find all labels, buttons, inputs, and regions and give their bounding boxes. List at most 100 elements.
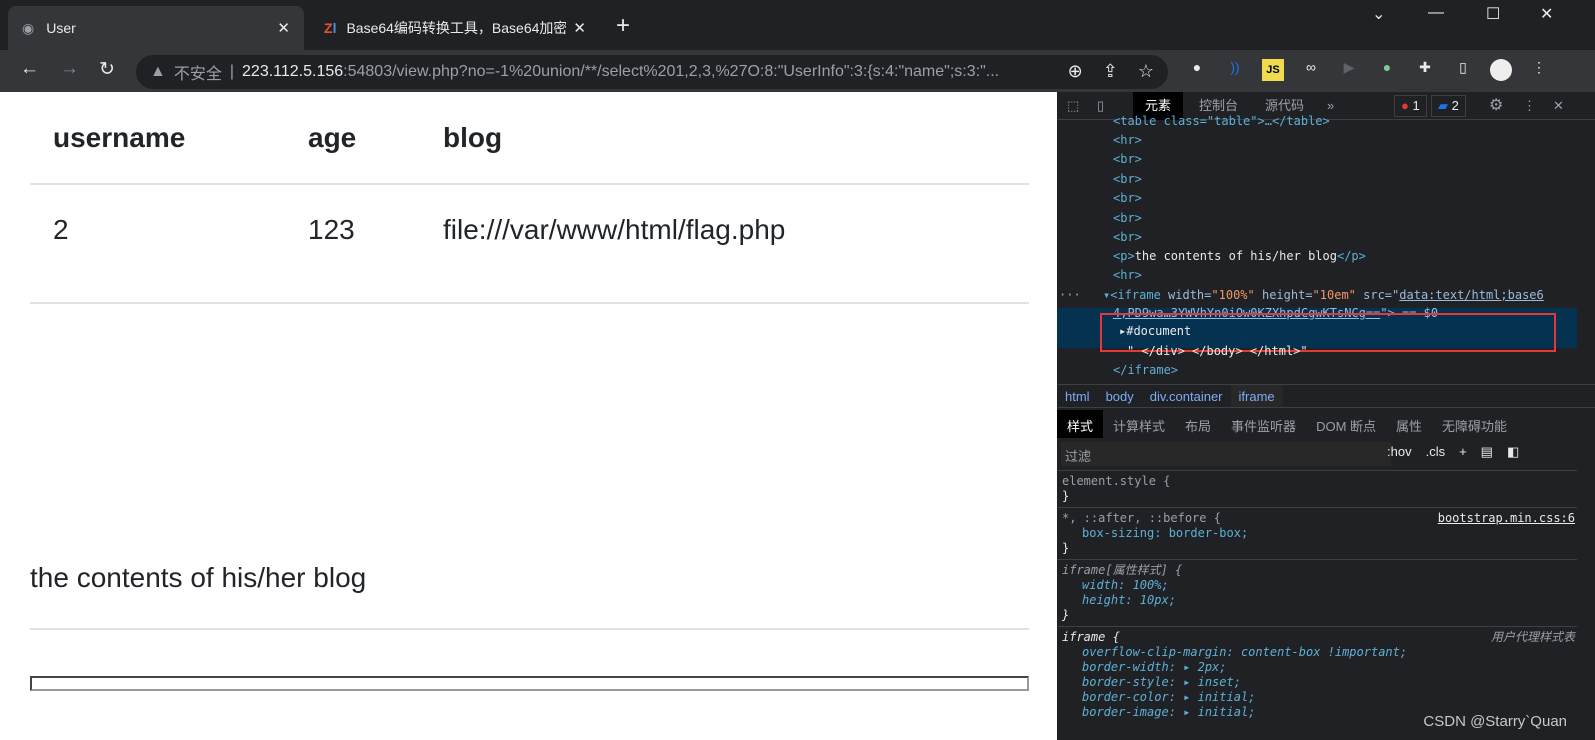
- hov-button[interactable]: :hov: [1387, 444, 1412, 460]
- extension-icon[interactable]: ●: [1186, 59, 1208, 81]
- cell-username: 2: [53, 214, 69, 245]
- inspect-icon[interactable]: ⬚: [1067, 92, 1079, 120]
- toggle-sidebar-icon[interactable]: ◧: [1507, 444, 1519, 460]
- extension-js-icon[interactable]: JS: [1262, 59, 1284, 81]
- paint-icon[interactable]: ▤: [1481, 444, 1493, 460]
- crumb-div[interactable]: div.container: [1142, 385, 1231, 407]
- avatar[interactable]: [1490, 59, 1512, 81]
- minimize-button[interactable]: —: [1428, 4, 1444, 22]
- maximize-button[interactable]: ☐: [1486, 4, 1500, 24]
- cell-blog: file:///var/www/html/flag.php: [443, 214, 786, 245]
- dom-node[interactable]: <br>: [1113, 172, 1142, 186]
- cls-button[interactable]: .cls: [1426, 444, 1446, 460]
- dom-node[interactable]: <br>: [1113, 211, 1142, 225]
- close-window-button[interactable]: ✕: [1540, 4, 1553, 24]
- forward-icon[interactable]: →: [60, 58, 79, 80]
- style-property: border-color: ▸ initial;: [1082, 690, 1256, 704]
- dom-node[interactable]: <br>: [1113, 152, 1142, 166]
- cell-age: 123: [308, 214, 355, 245]
- header-blog: blog: [443, 122, 503, 153]
- reload-icon[interactable]: ↻: [99, 58, 115, 81]
- divider: [30, 183, 1029, 185]
- message-icon: ▰: [1438, 98, 1448, 113]
- tab-search-icon[interactable]: ⌄: [1372, 4, 1385, 24]
- extension-green-icon[interactable]: ●: [1376, 59, 1398, 81]
- dom-node[interactable]: <hr>: [1113, 133, 1142, 147]
- warning-icon: ▲: [150, 63, 166, 80]
- zl-logo-icon: Zl: [324, 20, 337, 36]
- divider: [30, 628, 1029, 630]
- dom-tree: <table class="table">…</table> <hr> <br>…: [1057, 114, 1577, 380]
- dom-text-node[interactable]: " </div> </body> </html>": [1127, 344, 1308, 358]
- crumb-body[interactable]: body: [1098, 385, 1142, 407]
- node-ellipsis-icon[interactable]: ···: [1059, 288, 1081, 302]
- dom-node[interactable]: <table class="table">…</table>: [1113, 114, 1330, 128]
- globe-icon: ◉: [22, 19, 35, 36]
- style-property[interactable]: width: 100%;: [1062, 578, 1572, 593]
- star-icon[interactable]: ☆: [1138, 61, 1154, 82]
- extension-play-icon[interactable]: ▶: [1338, 59, 1360, 81]
- add-rule-icon[interactable]: +: [1459, 444, 1467, 460]
- watermark: CSDN @Starry`Quan: [1423, 713, 1567, 730]
- messages-badge[interactable]: ▰ 2: [1431, 95, 1466, 117]
- styles-pane: element.style {} *, ::after, ::before {b…: [1057, 470, 1577, 723]
- iframe-src-link[interactable]: data:text/html;base6: [1399, 288, 1544, 302]
- device-toolbar-icon[interactable]: ▯: [1097, 92, 1104, 120]
- new-tab-button[interactable]: +: [616, 12, 630, 40]
- dom-node[interactable]: <br>: [1113, 230, 1142, 244]
- style-property[interactable]: box-sizing: border-box;: [1062, 526, 1572, 541]
- tab-properties[interactable]: 属性: [1386, 410, 1432, 438]
- tab-base64[interactable]: Zl Base64编码转换工具，Base64加密 ✕: [310, 6, 600, 50]
- source-link[interactable]: bootstrap.min.css:6: [1438, 511, 1575, 526]
- rule-attr-style: iframe[属性样式] {width: 100%; height: 10px;}: [1057, 559, 1577, 626]
- tab-computed[interactable]: 计算样式: [1103, 410, 1175, 438]
- dom-node[interactable]: <br>: [1113, 191, 1142, 205]
- menu-icon[interactable]: ⋮: [1528, 59, 1550, 81]
- style-property[interactable]: height: 10px;: [1062, 593, 1572, 608]
- settings-icon[interactable]: ⚙: [1489, 92, 1503, 120]
- dom-node[interactable]: <hr>: [1113, 268, 1142, 282]
- tab-dom-breakpoints[interactable]: DOM 断点: [1306, 410, 1386, 438]
- dom-node[interactable]: </iframe>: [1113, 363, 1178, 377]
- back-icon[interactable]: ←: [20, 58, 39, 80]
- dom-node[interactable]: <p>the contents of his/her blog</p>: [1113, 249, 1366, 263]
- errors-badge[interactable]: ● 1: [1394, 95, 1427, 117]
- address-bar[interactable]: ▲ 不安全 | 223.112.5.156:54803/view.php?no=-…: [136, 55, 1168, 89]
- close-devtools-icon[interactable]: ✕: [1553, 92, 1564, 120]
- dom-node-document[interactable]: ▸#document: [1119, 324, 1191, 338]
- dom-node-iframe[interactable]: ▾<iframe width="100%" height="10em" src=…: [1103, 288, 1544, 302]
- tab-layout[interactable]: 布局: [1175, 410, 1221, 438]
- extension-wifi-icon[interactable]: )): [1224, 59, 1246, 81]
- side-panel-icon[interactable]: ▯: [1452, 59, 1474, 81]
- error-icon: ●: [1401, 98, 1409, 113]
- crumb-iframe[interactable]: iframe: [1230, 385, 1283, 407]
- tab-user[interactable]: ◉ User ✕: [8, 6, 304, 50]
- rule-element-style: element.style {}: [1057, 470, 1577, 507]
- devtools-panel: ⬚ ▯ 元素 控制台 源代码 » ● 1 ▰ 2 ⚙ ⋮ ✕ <table cl…: [1057, 92, 1595, 740]
- style-property: overflow-clip-margin: content-box !impor…: [1082, 645, 1408, 659]
- close-tab-icon[interactable]: ✕: [573, 19, 586, 37]
- divider: [30, 302, 1029, 304]
- extension-glasses-icon[interactable]: ∞: [1300, 59, 1322, 81]
- extensions-puzzle-icon[interactable]: ✚: [1414, 59, 1436, 81]
- tab-event-listeners[interactable]: 事件监听器: [1221, 410, 1306, 438]
- rule-user-agent: iframe {用户代理样式表 overflow-clip-margin: co…: [1057, 626, 1577, 723]
- header-age: age: [308, 122, 357, 153]
- browser-toolbar: ← → ↻ ▲ 不安全 | 223.112.5.156:54803/view.ph…: [0, 50, 1595, 92]
- styles-filter-input[interactable]: 过滤: [1061, 442, 1391, 466]
- crumb-html[interactable]: html: [1057, 385, 1098, 407]
- more-options-icon[interactable]: ⋮: [1523, 92, 1536, 120]
- tab-accessibility[interactable]: 无障碍功能: [1432, 410, 1517, 438]
- close-tab-icon[interactable]: ✕: [277, 19, 290, 37]
- styles-tabs: 样式 计算样式 布局 事件监听器 DOM 断点 属性 无障碍功能: [1057, 410, 1595, 438]
- header-username: username: [53, 122, 186, 153]
- tab-strip: ◉ User ✕ Zl Base64编码转换工具，Base64加密 ✕ + ⌄ — ☐ …: [0, 0, 1595, 50]
- share-icon[interactable]: ⇪: [1103, 61, 1118, 82]
- style-property: border-style: ▸ inset;: [1082, 675, 1241, 689]
- blog-iframe[interactable]: [30, 676, 1029, 691]
- style-property: border-width: ▸ 2px;: [1082, 660, 1227, 674]
- blog-text: the contents of his/her blog: [30, 562, 367, 593]
- tab-styles[interactable]: 样式: [1057, 410, 1104, 438]
- breadcrumb: html body div.container iframe: [1057, 384, 1595, 408]
- zoom-icon[interactable]: ⊕: [1068, 61, 1083, 82]
